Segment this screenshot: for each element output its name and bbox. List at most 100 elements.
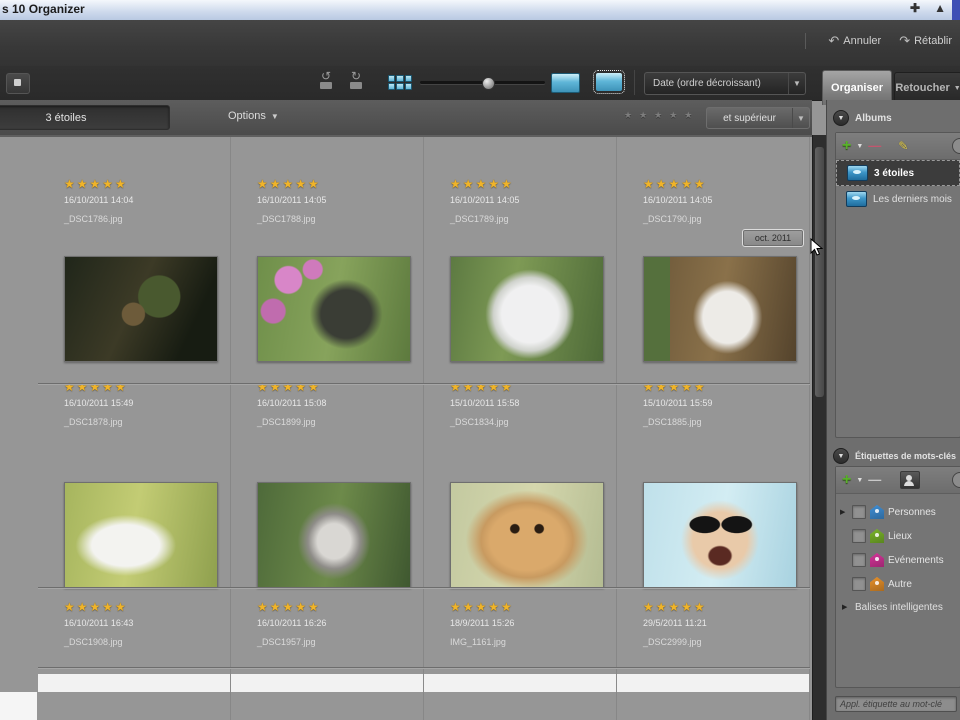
tag-label: Autre [888, 578, 912, 590]
corner-decoration [952, 0, 960, 20]
divider [805, 33, 807, 49]
photo-filename: _DSC1878.jpg [64, 417, 123, 427]
add-tag-button[interactable]: + [842, 472, 851, 488]
photo-thumbnail-white-cat-on-grass[interactable] [64, 482, 218, 588]
photo-caption: ★★★★★ 16/10/2011 15:49 _DSC1878.jpg [64, 380, 219, 427]
photo-date: 16/10/2011 14:05 [257, 195, 327, 205]
photo-filename: _DSC1834.jpg [450, 417, 509, 427]
tag-label: Evénements [888, 554, 944, 566]
rating-stars[interactable]: ★★★★★ [64, 177, 219, 191]
move-icon[interactable]: ✚ [910, 1, 920, 15]
collapse-icon[interactable]: ▼ [833, 448, 849, 464]
keyword-tags-panel-header[interactable]: ▼ Étiquettes de mots-clés [833, 448, 956, 464]
photo-date: 16/10/2011 14:05 [643, 195, 713, 205]
photo-thumbnail-white-cat-in-wooden-box[interactable] [643, 256, 797, 362]
full-screen-view-icon[interactable] [593, 70, 625, 94]
tag-label: Personnes [888, 506, 936, 518]
expand-icon[interactable]: ▶ [842, 603, 850, 611]
partial-thumbnail [0, 692, 37, 720]
album-label: 3 étoiles [874, 167, 915, 179]
photo-filename: _DSC1957.jpg [257, 637, 316, 647]
rating-filter-stars[interactable]: ★★★★★ [624, 110, 699, 121]
photo-filename: _DSC1789.jpg [450, 214, 509, 224]
photo-date: 16/10/2011 15:49 [64, 398, 134, 408]
photo-caption: ★★★★★ 16/10/2011 16:43 _DSC1908.jpg [64, 600, 219, 647]
photo-caption: ★★★★★ 16/10/2011 15:08 _DSC1899.jpg [257, 380, 412, 427]
thumbnail-size-slider[interactable] [420, 77, 545, 90]
photo-thumbnail-dog-in-dark-forest[interactable] [64, 256, 218, 362]
chevron-down-icon: ▼ [856, 142, 864, 150]
photo-filename: _DSC1885.jpg [643, 417, 702, 427]
sort-order-dropdown[interactable]: Date (ordre décroissant) ▼ [644, 72, 806, 95]
rating-stars[interactable]: ★★★★★ [450, 177, 605, 191]
rating-stars[interactable]: ★★★★★ [643, 600, 798, 614]
vertical-scrollbar[interactable] [812, 135, 827, 720]
rotate-right-icon: ↻ [350, 69, 362, 83]
single-photo-view-icon[interactable] [551, 73, 580, 93]
photo-thumbnail-grey-cat-in-plants[interactable] [257, 482, 411, 588]
photo-caption: ★★★★★ 15/10/2011 15:59 _DSC1885.jpg [643, 380, 798, 427]
title-bar[interactable]: s 10 Organizer ✚ ▲ [0, 0, 960, 21]
keyword-tag-row[interactable]: Lieux [836, 524, 960, 548]
tag-checkbox[interactable] [852, 505, 866, 519]
photo-filename: _DSC1908.jpg [64, 637, 123, 647]
rating-stars[interactable]: ★★★★★ [257, 177, 412, 191]
tag-checkbox[interactable] [852, 529, 866, 543]
smart-tags-row[interactable]: ▶ Balises intelligentes [836, 596, 960, 618]
tag-icon [870, 577, 884, 591]
photo-caption: ★★★★★ 16/10/2011 14:05 _DSC1788.jpg [257, 177, 412, 224]
photo-thumbnail-white-cat-green-background[interactable] [450, 256, 604, 362]
keyword-tag-row[interactable]: ▶ Personnes [836, 500, 960, 524]
album-item[interactable]: Les derniers mois [836, 186, 960, 212]
rating-filter-dropdown[interactable]: et supérieur ▼ [706, 107, 810, 129]
album-item[interactable]: 3 étoiles [836, 160, 960, 186]
rotate-left-button[interactable]: ↺ [313, 70, 339, 93]
tags-toolbar: + ▼ — [836, 467, 960, 494]
photo-thumbnail-boy-with-goggles[interactable] [643, 482, 797, 588]
rating-stars[interactable]: ★★★★★ [643, 177, 798, 191]
panel-options-icon[interactable] [952, 138, 960, 154]
rotate-right-button[interactable]: ↻ [343, 69, 369, 93]
tag-checkbox[interactable] [852, 553, 866, 567]
row-divider [38, 667, 810, 668]
rating-stars[interactable]: ★★★★★ [64, 600, 219, 614]
albums-toolbar: + ▼ — ✎ [836, 133, 960, 160]
keyword-tag-row[interactable]: Evénements [836, 548, 960, 572]
photo-thumbnail-orange-kitten-closeup[interactable] [450, 482, 604, 588]
remove-album-button[interactable]: — [868, 139, 881, 152]
tag-icon [870, 505, 884, 519]
albums-panel-header[interactable]: ▼ Albums [833, 110, 892, 126]
photo-thumbnail-dog-with-pink-flowers[interactable] [257, 256, 411, 362]
album-icon [846, 191, 867, 207]
panel-options-icon[interactable] [952, 472, 960, 488]
eject-icon[interactable]: ▲ [934, 1, 946, 15]
display-button[interactable] [6, 73, 30, 94]
photo-caption: ★★★★★ 29/5/2011 11:21 _DSC2999.jpg [643, 600, 798, 647]
rating-stars[interactable]: ★★★★★ [257, 600, 412, 614]
options-menu[interactable]: Options ▼ [228, 110, 279, 122]
undo-button[interactable]: ↶ Annuler [828, 33, 881, 49]
people-recognition-button[interactable] [900, 471, 921, 489]
photo-date: 29/5/2011 11:21 [643, 618, 707, 628]
expand-icon[interactable]: ▶ [840, 508, 848, 516]
redo-button[interactable]: ↷ Rétablir [899, 33, 952, 49]
remove-tag-button[interactable]: — [868, 473, 881, 486]
photo-date: 18/9/2011 15:26 [450, 618, 515, 628]
keyword-tag-row[interactable]: Autre [836, 572, 960, 596]
tag-checkbox[interactable] [852, 577, 866, 591]
photo-caption: ★★★★★ 16/10/2011 16:26 _DSC1957.jpg [257, 600, 412, 647]
current-album-button[interactable]: 3 étoiles [0, 105, 170, 130]
photo-caption: ★★★★★ 15/10/2011 15:58 _DSC1834.jpg [450, 380, 605, 427]
small-thumbnails-icon[interactable] [388, 75, 412, 90]
keyword-tags-panel: + ▼ — ▶ Personnes Lieux Evénements Autre ▶ B… [835, 466, 960, 688]
edit-album-button[interactable]: ✎ [898, 139, 908, 153]
apply-keyword-tag-input[interactable]: Appl. étiquette au mot-clé [835, 696, 957, 712]
chevron-down-icon: ▼ [270, 111, 279, 121]
collapse-icon[interactable]: ▼ [833, 110, 849, 126]
add-album-button[interactable]: + [842, 138, 851, 154]
rating-stars[interactable]: ★★★★★ [450, 600, 605, 614]
photo-caption: ★★★★★ 16/10/2011 14:04 _DSC1786.jpg [64, 177, 219, 224]
photo-filename: _DSC1786.jpg [64, 214, 123, 224]
scrollbar-thumb[interactable] [815, 147, 824, 397]
slider-knob[interactable] [482, 77, 495, 90]
